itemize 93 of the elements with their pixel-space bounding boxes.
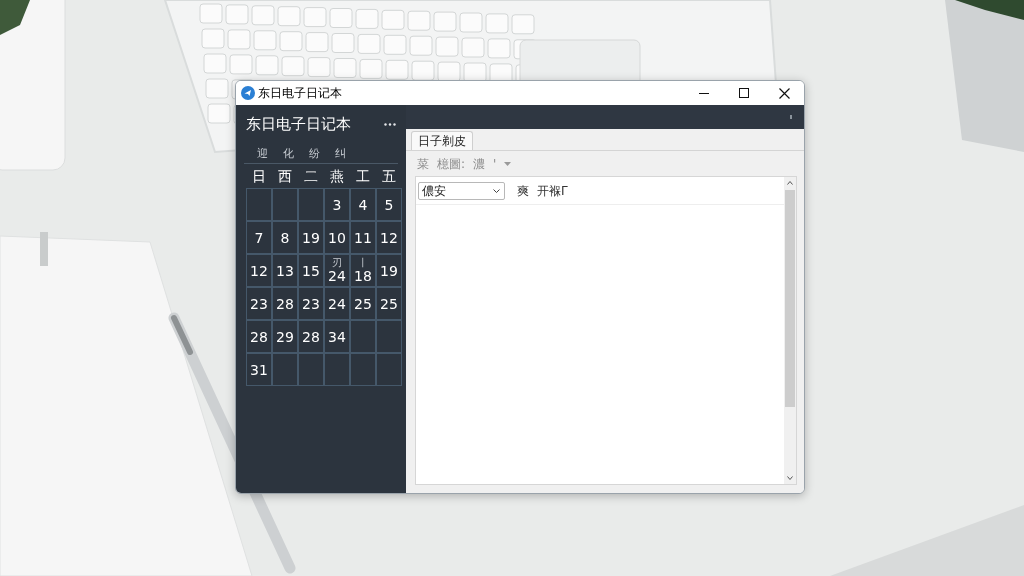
date-number: 23 — [250, 296, 268, 311]
weekday-label: 西 — [277, 169, 293, 183]
date-number: 28 — [250, 329, 268, 344]
date-cell[interactable]: 34 — [324, 320, 350, 353]
date-number: 13 — [276, 263, 294, 278]
date-number: 11 — [354, 230, 372, 245]
date-cell[interactable]: 23 — [298, 287, 324, 320]
minimize-icon — [699, 92, 709, 94]
editor-label: 开褓Γ — [537, 184, 568, 197]
date-cell[interactable]: 23 — [246, 287, 272, 320]
date-cell[interactable]: 丨 18 — [350, 254, 376, 287]
date-cell[interactable]: 15 — [298, 254, 324, 287]
date-number: 19 — [302, 230, 320, 245]
more-icon[interactable] — [384, 122, 396, 126]
filter-label[interactable]: 化 — [283, 147, 294, 159]
date-number: 10 — [328, 230, 346, 245]
date-cell[interactable]: 10 — [324, 221, 350, 254]
empty-date-cell — [272, 353, 298, 386]
date-cell[interactable]: 29 — [272, 320, 298, 353]
weekday-label: 二 — [303, 169, 319, 183]
empty-date-cell — [246, 188, 272, 221]
date-number: 4 — [358, 197, 368, 212]
filter-label[interactable]: 纠 — [335, 147, 346, 159]
tab[interactable]: 日子剃皮 — [411, 131, 473, 150]
editor-label: 爽 — [517, 184, 529, 197]
date-cell[interactable]: 刃 24 — [324, 254, 350, 287]
empty-date-cell — [272, 188, 298, 221]
date-cell[interactable]: 8 — [272, 221, 298, 254]
date-number: 18 — [354, 269, 372, 283]
date-cell[interactable]: 12 — [246, 254, 272, 287]
date-cell[interactable]: 11 — [350, 221, 376, 254]
caret-icon[interactable] — [504, 161, 512, 166]
date-cell[interactable]: 31 — [246, 353, 272, 386]
close-icon — [778, 87, 790, 99]
date-cell[interactable]: 28 — [272, 287, 298, 320]
window-title: 东日电子日记本 — [258, 87, 342, 99]
date-number: 12 — [250, 263, 268, 278]
scrollbar-thumb[interactable] — [785, 190, 795, 407]
date-number: 28 — [302, 329, 320, 344]
empty-date-cell — [376, 320, 402, 353]
empty-date-cell — [350, 353, 376, 386]
date-number: 12 — [380, 230, 398, 245]
date-number: 25 — [354, 296, 372, 311]
date-cell[interactable]: 13 — [272, 254, 298, 287]
date-cell[interactable]: 24 — [324, 287, 350, 320]
date-number: 8 — [280, 230, 290, 245]
caret-icon — [493, 188, 500, 193]
empty-date-cell — [298, 353, 324, 386]
filter-label[interactable]: 迎 — [257, 147, 268, 159]
weekday-label: 日 — [251, 169, 267, 183]
date-number: 23 — [302, 296, 320, 311]
date-number: 15 — [302, 263, 320, 278]
date-cell[interactable]: 12 — [376, 221, 402, 254]
paper-plane-icon — [241, 86, 255, 100]
weekday-label: 燕 — [329, 169, 345, 183]
date-number: 5 — [384, 197, 394, 212]
sidebar-title: 东日电子日记本 — [246, 116, 351, 132]
date-number: 24 — [328, 296, 346, 311]
date-cell[interactable]: 4 — [350, 188, 376, 221]
weekday-label: 五 — [381, 169, 397, 183]
dropdown-field[interactable]: 儂安 — [418, 181, 505, 200]
empty-date-cell — [376, 353, 402, 386]
dropdown-value: 儂安 — [422, 184, 446, 197]
date-cell[interactable]: 19 — [298, 221, 324, 254]
date-note: 刃 — [332, 258, 342, 268]
editor-area[interactable]: 儂安 爽 开褓Γ — [415, 176, 797, 485]
date-note: 丨 — [358, 258, 368, 268]
date-number: 3 — [332, 197, 342, 212]
scroll-down-icon[interactable] — [787, 476, 793, 480]
date-cell[interactable]: 5 — [376, 188, 402, 221]
filter-label[interactable]: 纷 — [309, 147, 320, 159]
date-number: 24 — [328, 269, 346, 283]
empty-date-cell — [324, 353, 350, 386]
empty-date-cell — [298, 188, 324, 221]
date-number: 25 — [380, 296, 398, 311]
date-cell[interactable]: 3 — [324, 188, 350, 221]
date-number: 28 — [276, 296, 294, 311]
date-cell[interactable]: 19 — [376, 254, 402, 287]
date-cell[interactable]: 7 — [246, 221, 272, 254]
date-cell[interactable]: 25 — [350, 287, 376, 320]
date-number: 29 — [276, 329, 294, 344]
empty-date-cell — [350, 320, 376, 353]
date-cell[interactable]: 25 — [376, 287, 402, 320]
date-number: 19 — [380, 263, 398, 278]
scrollbar-track[interactable] — [784, 177, 796, 484]
weekday-label: 工 — [355, 169, 371, 183]
date-number: 31 — [250, 362, 268, 377]
date-cell[interactable]: 28 — [246, 320, 272, 353]
maximize-icon — [739, 88, 749, 98]
date-number: 34 — [328, 329, 346, 344]
scroll-up-icon[interactable] — [787, 181, 793, 185]
date-cell[interactable]: 28 — [298, 320, 324, 353]
date-number: 7 — [254, 230, 264, 245]
